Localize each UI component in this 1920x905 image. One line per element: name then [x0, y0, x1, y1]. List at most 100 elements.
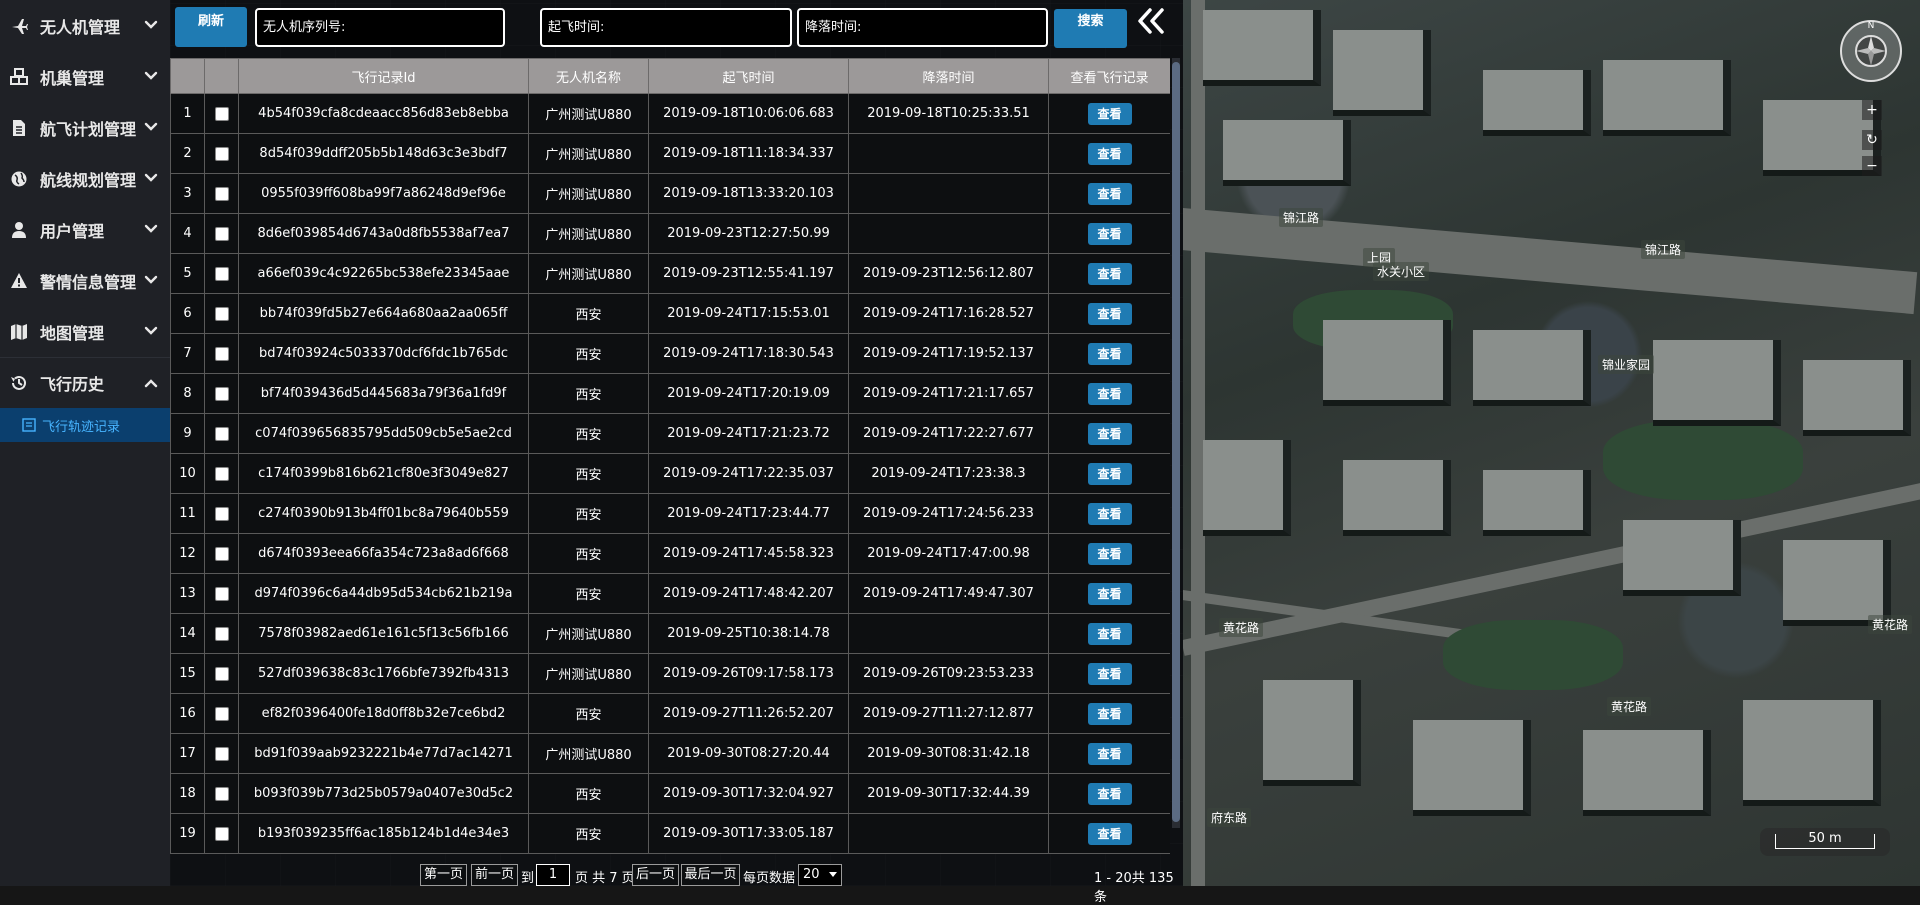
table-row[interactable]: 17 bd91f039aab9232221b4e77d7ac14271 广州测试U8…	[170, 733, 1170, 774]
row-checkbox[interactable]	[214, 506, 229, 521]
row-checkbox[interactable]	[214, 826, 229, 841]
serial-number-input[interactable]: 无人机序列号:	[255, 8, 505, 47]
sidebar-item-0[interactable]: 无人机管理	[0, 0, 170, 51]
prev-page-button[interactable]: 前一页	[471, 864, 518, 886]
view-record-button[interactable]: 查看	[1087, 222, 1132, 245]
view-record-button[interactable]: 查看	[1087, 782, 1132, 805]
row-select-cell	[204, 133, 239, 174]
view-record-button[interactable]: 查看	[1087, 582, 1132, 605]
row-checkbox[interactable]	[214, 666, 229, 681]
next-page-button[interactable]: 后一页	[632, 864, 679, 886]
view-record-button[interactable]: 查看	[1087, 182, 1132, 205]
sidebar-item-5[interactable]: 警情信息管理	[0, 255, 170, 306]
refresh-button[interactable]: 刷新	[175, 7, 247, 47]
row-select-cell	[204, 813, 239, 854]
view-record-button[interactable]: 查看	[1087, 622, 1132, 645]
view-record-button[interactable]: 查看	[1087, 822, 1132, 845]
row-checkbox[interactable]	[214, 786, 229, 801]
col-header-takeoff-time[interactable]: 起飞时间	[648, 58, 849, 94]
flight-record-id: 527df039638c83c1766bfe7392fb4313	[238, 653, 529, 694]
zoom-out-button[interactable]: −	[1862, 156, 1882, 176]
sidebar-item-7[interactable]: 飞行历史	[0, 357, 170, 408]
table-row[interactable]: 9 c074f039656835795dd509cb5e5ae2cd 西安 2019-…	[170, 413, 1170, 454]
row-checkbox[interactable]	[214, 146, 229, 161]
row-checkbox[interactable]	[214, 466, 229, 481]
table-row[interactable]: 2 8d54f039ddff205b5b148d63c3e3bdf7 广州测试U88…	[170, 133, 1170, 174]
last-page-button[interactable]: 最后一页	[681, 864, 740, 886]
satellite-map[interactable]: 锦江路 锦江路 上园 水关小区 锦业家园 黄花路 黄花路 黄花路 府东路	[1183, 0, 1920, 886]
view-record-cell: 查看	[1048, 493, 1170, 534]
table-row[interactable]: 6 bb74f039fd5b27e664a680aa2aa065ff 西安 2019-…	[170, 293, 1170, 334]
table-row[interactable]: 16 ef82f0396400fe18d0ff8b32e7ce6bd2 西安 2019…	[170, 693, 1170, 734]
collapse-panel-icon[interactable]	[1136, 7, 1168, 35]
row-checkbox[interactable]	[214, 306, 229, 321]
view-record-button[interactable]: 查看	[1087, 142, 1132, 165]
row-checkbox[interactable]	[214, 706, 229, 721]
row-checkbox[interactable]	[214, 386, 229, 401]
row-select-cell	[204, 453, 239, 494]
flight-record-id: 0955f039ff608ba99f7a86248d9ef96e	[238, 173, 529, 214]
search-button[interactable]: 搜索	[1054, 9, 1127, 48]
table-row[interactable]: 1 4b54f039cfa8cdeaacc856d83eb8ebba 广州测试U88…	[170, 93, 1170, 134]
sidebar-item-4[interactable]: 用户管理	[0, 204, 170, 255]
view-record-button[interactable]: 查看	[1087, 742, 1132, 765]
view-record-button[interactable]: 查看	[1087, 542, 1132, 565]
row-checkbox[interactable]	[214, 346, 229, 361]
row-checkbox[interactable]	[214, 746, 229, 761]
row-index: 12	[170, 533, 205, 574]
col-header-landing-time[interactable]: 降落时间	[848, 58, 1049, 94]
compass-icon[interactable]: N	[1838, 18, 1904, 84]
table-row[interactable]: 5 a66ef039c4c92265bc538efe23345aae 广州测试U88…	[170, 253, 1170, 294]
table-row[interactable]: 7 bd74f03924c5033370dcf6fdc1b765dc 西安 2019-…	[170, 333, 1170, 374]
table-row[interactable]: 4 8d6ef039854d6743a0d8fb5538af7ea7 广州测试U88…	[170, 213, 1170, 254]
col-header-drone-name[interactable]: 无人机名称	[528, 58, 649, 94]
flight-record-id: ef82f0396400fe18d0ff8b32e7ce6bd2	[238, 693, 529, 734]
zoom-in-button[interactable]: +	[1862, 100, 1882, 120]
page-size-select[interactable]: 20	[798, 864, 842, 886]
row-checkbox[interactable]	[214, 186, 229, 201]
sidebar-item-1[interactable]: 机巢管理	[0, 51, 170, 102]
col-header-id[interactable]: 飞行记录Id	[238, 58, 529, 94]
view-record-button[interactable]: 查看	[1087, 422, 1132, 445]
landing-time-input[interactable]: 降落时间:	[797, 8, 1048, 47]
sidebar-item-label: 机巢管理	[40, 68, 105, 88]
table-row[interactable]: 11 c274f0390b913b4ff01bc8a79640b559 西安 2019…	[170, 493, 1170, 534]
scrollbar-thumb[interactable]	[1172, 62, 1180, 822]
submenu-flight-track-records[interactable]: 飞行轨迹记录	[0, 408, 170, 442]
reset-rotation-button[interactable]: ↻	[1862, 130, 1882, 150]
row-checkbox[interactable]	[214, 426, 229, 441]
table-row[interactable]: 13 d974f0396c6a44db95d534cb621b219a 西安 2019…	[170, 573, 1170, 614]
sidebar-item-6[interactable]: 地图管理	[0, 306, 170, 357]
row-checkbox[interactable]	[214, 226, 229, 241]
view-record-button[interactable]: 查看	[1087, 302, 1132, 325]
table-row[interactable]: 15 527df039638c83c1766bfe7392fb4313 广州测试U8…	[170, 653, 1170, 694]
view-record-button[interactable]: 查看	[1087, 502, 1132, 525]
row-checkbox[interactable]	[214, 546, 229, 561]
drone-name: 广州测试U880	[528, 733, 649, 774]
view-record-button[interactable]: 查看	[1087, 462, 1132, 485]
sidebar-item-2[interactable]: 航飞计划管理	[0, 102, 170, 153]
view-record-button[interactable]: 查看	[1087, 262, 1132, 285]
sidebar-item-3[interactable]: 航线规划管理	[0, 153, 170, 204]
view-record-button[interactable]: 查看	[1087, 382, 1132, 405]
map-building	[1483, 470, 1591, 536]
table-row[interactable]: 3 0955f039ff608ba99f7a86248d9ef96e 广州测试U88…	[170, 173, 1170, 214]
row-checkbox[interactable]	[214, 626, 229, 641]
table-row[interactable]: 18 b093f039b773d25b0579a0407e30d5c2 西安 2019…	[170, 773, 1170, 814]
view-record-button[interactable]: 查看	[1087, 662, 1132, 685]
view-record-button[interactable]: 查看	[1087, 102, 1132, 125]
first-page-button[interactable]: 第一页	[420, 864, 467, 886]
row-checkbox[interactable]	[214, 106, 229, 121]
view-record-button[interactable]: 查看	[1087, 702, 1132, 725]
page-number-input[interactable]: 1	[536, 864, 570, 886]
row-checkbox[interactable]	[214, 586, 229, 601]
table-row[interactable]: 19 b193f039235ff6ac185b124b1d4e34e3 西安 2019…	[170, 813, 1170, 854]
view-record-button[interactable]: 查看	[1087, 342, 1132, 365]
table-row[interactable]: 14 7578f03982aed61e161c5f13c56fb166 广州测试U8…	[170, 613, 1170, 654]
table-row[interactable]: 8 bf74f039436d5d445683a79f36a1fd9f 西安 2019-…	[170, 373, 1170, 414]
table-row[interactable]: 10 c174f0399b816b621cf80e3f3049e827 西安 2019…	[170, 453, 1170, 494]
table-row[interactable]: 12 d674f0393eea66fa354c723a8ad6f668 西安 2019…	[170, 533, 1170, 574]
takeoff-time-input[interactable]: 起飞时间:	[540, 8, 792, 47]
row-checkbox[interactable]	[214, 266, 229, 281]
table-scrollbar[interactable]	[1172, 58, 1180, 828]
